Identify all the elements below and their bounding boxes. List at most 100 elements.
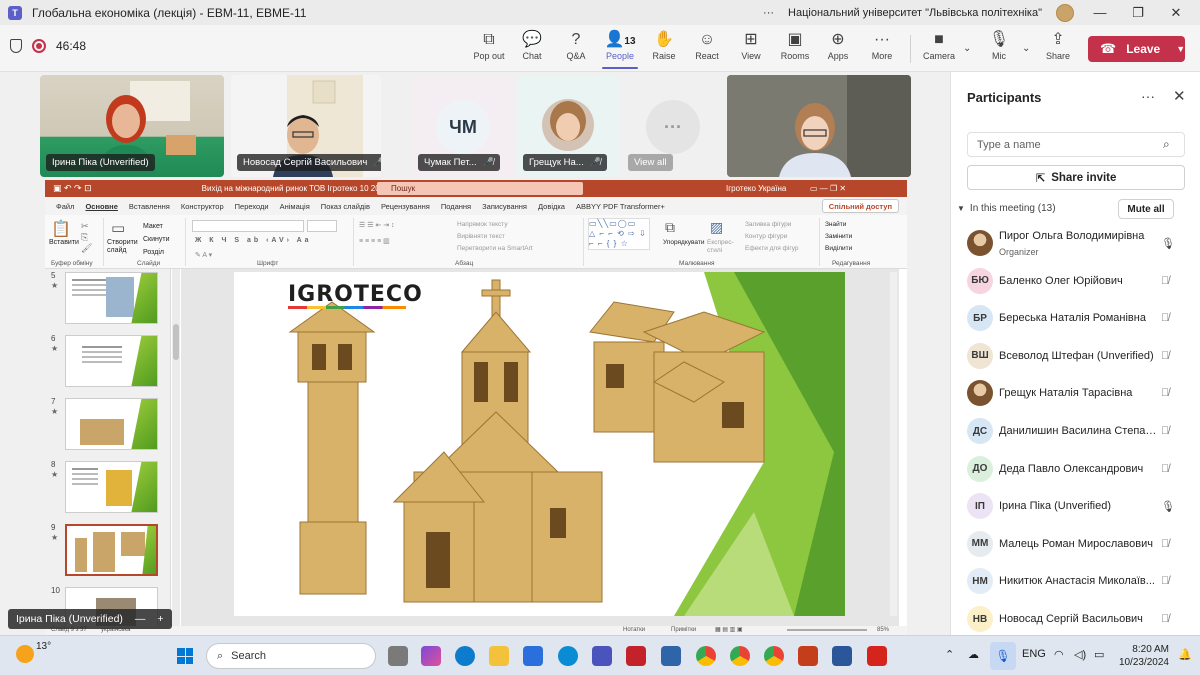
notifications-icon[interactable]: 🔔 — [1178, 648, 1192, 661]
tab-transitions[interactable]: Переходи — [235, 202, 269, 211]
panel-more-icon[interactable]: ··· — [1141, 88, 1155, 104]
start-button[interactable] — [177, 648, 193, 664]
mic-off-icon[interactable]: 🎙̸ — [1161, 613, 1169, 625]
taskbar-search[interactable]: ⌕ Search — [206, 643, 376, 669]
mute-all-button[interactable]: Mute all — [1118, 199, 1174, 219]
participant-row[interactable]: ММ Малець Роман Мирославович 🎙̸ — [951, 527, 1200, 561]
mic-off-icon[interactable]: 🎙̸ — [1161, 312, 1169, 324]
reset-button[interactable]: Скинути — [143, 233, 170, 246]
layout-button[interactable]: Макет — [143, 220, 170, 233]
participant-row[interactable]: ДО Деда Павло Олександрович 🎙̸ — [951, 452, 1200, 486]
minimize-overlay-icon[interactable]: — — [135, 613, 146, 625]
zoom-slider[interactable] — [787, 629, 867, 631]
mic-on-icon[interactable]: 🎙 — [1161, 500, 1175, 513]
battery-icon[interactable]: ▭ — [1094, 648, 1104, 661]
font-name-input[interactable] — [192, 220, 304, 232]
ppt-share-button[interactable]: Спільний доступ — [821, 199, 899, 213]
rooms-button[interactable]: ▣ Rooms — [773, 29, 817, 61]
slide-thumbnail[interactable] — [65, 461, 158, 513]
tab-file[interactable]: Файл — [56, 202, 74, 211]
replace-button[interactable]: Замінити — [825, 231, 852, 243]
participant-row[interactable]: Пирог Ольга Володимирівна Organizer 🎙 — [951, 226, 1200, 260]
save-app-icon[interactable] — [661, 646, 681, 666]
ppt-search-box[interactable]: Пошук — [377, 182, 583, 195]
text-direction-button[interactable]: Напрямок тексту — [457, 219, 533, 231]
mic-off-icon[interactable]: 🎙̸ — [1161, 275, 1169, 287]
camera-options-chevron-icon[interactable]: ⌄ — [963, 43, 971, 54]
acrobat-icon[interactable] — [867, 646, 887, 666]
tab-slideshow[interactable]: Показ слайдів — [321, 202, 370, 211]
new-slide-button[interactable]: Створити слайд — [107, 239, 143, 255]
smartart-button[interactable]: Перетворити на SmartArt — [457, 243, 533, 255]
thumbnails-scrollbar[interactable] — [172, 269, 180, 626]
in-meeting-section-toggle[interactable]: ▼ In this meeting (13) — [957, 203, 1056, 214]
popout-button[interactable]: ⧉ Pop out — [467, 29, 511, 61]
wifi-icon[interactable]: ◠ — [1054, 648, 1064, 661]
browser-icon[interactable] — [558, 646, 578, 666]
participant-row[interactable]: Грещук Наталія Тарасівна 🎙̸ — [951, 376, 1200, 410]
camera-button[interactable]: ■ Camera — [917, 29, 961, 61]
chrome-profile-icon[interactable] — [730, 646, 750, 666]
comments-button[interactable]: Примітки — [671, 627, 696, 633]
select-button[interactable]: Виділити — [825, 243, 852, 255]
presenter-name-overlay[interactable]: Ірина Піка (Unverified) — + — [8, 609, 172, 629]
restore-icon[interactable]: ❐ — [1126, 5, 1150, 21]
quick-access-icon[interactable]: ▣ ↶ ↷ ⊡ — [53, 183, 92, 194]
task-view-icon[interactable] — [388, 646, 408, 666]
slide-thumbnail[interactable] — [65, 335, 158, 387]
share-button[interactable]: ⇪ Share — [1036, 29, 1080, 61]
view-all-tile[interactable]: ··· View all — [622, 75, 724, 177]
taskbar-clock[interactable]: 8:20 AM 10/23/2024 — [1113, 643, 1169, 669]
edge-icon[interactable] — [455, 646, 475, 666]
chrome-profile-icon[interactable] — [764, 646, 784, 666]
mcafee-icon[interactable] — [626, 646, 646, 666]
onedrive-icon[interactable]: ☁ — [968, 648, 979, 661]
store-icon[interactable] — [523, 646, 543, 666]
leave-options-chevron-icon[interactable]: ▼ — [1176, 44, 1185, 54]
slide-scrollbar[interactable] — [890, 272, 897, 616]
mic-off-icon[interactable]: 🎙̸ — [1161, 387, 1169, 399]
section-button[interactable]: Розділ — [143, 246, 170, 259]
shapes-gallery[interactable]: ▭╲╲▭◯▭ △ ⌐ ⌐ ⟲ ⇨ ⇩ ⌐ ⌐ { } ☆ — [588, 218, 650, 250]
font-format-icons[interactable]: Ж К Ч S ab ‹AV› Aa — [195, 237, 312, 244]
participant-row[interactable]: НВ Новосад Сергій Васильович 🎙̸ — [951, 602, 1200, 636]
quick-styles-button[interactable]: Експрес-стилі — [707, 239, 739, 255]
participant-row[interactable]: ДС Данилишин Василина Степан... 🎙̸ — [951, 414, 1200, 448]
video-tile[interactable]: Грещук На... 🎤̸ — [517, 75, 619, 177]
arrange-button[interactable]: Упорядкувати — [663, 239, 704, 246]
tab-abbyy[interactable]: ABBYY PDF Transformer+ — [576, 202, 665, 211]
view-button[interactable]: ⊞ View — [729, 29, 773, 61]
font-size-input[interactable] — [307, 220, 337, 232]
add-icon[interactable]: + — [157, 613, 163, 625]
mic-options-chevron-icon[interactable]: ⌄ — [1022, 43, 1030, 54]
font-color-icons[interactable]: ✎ A ▾ — [195, 251, 212, 259]
react-button[interactable]: ☺ React — [685, 29, 729, 61]
share-invite-button[interactable]: ⇱ Share invite — [967, 165, 1185, 190]
account-avatar[interactable] — [1056, 3, 1074, 22]
mic-off-icon[interactable]: 🎙̸ — [1161, 425, 1169, 437]
zoom-level[interactable]: 85% — [877, 627, 889, 633]
raise-hand-button[interactable]: ✋ Raise — [642, 29, 686, 61]
shape-effects-button[interactable]: Ефекти для фігур — [745, 243, 799, 255]
leave-button[interactable]: ☎ Leave ▼ — [1088, 36, 1185, 62]
mic-on-icon[interactable]: 🎙 — [1161, 237, 1175, 250]
mic-button[interactable]: 🎙 Mic — [977, 29, 1021, 61]
clipboard-tools-icon[interactable]: ✂ ⎘ 🖌 — [81, 221, 92, 254]
ppt-window-controls-icon[interactable]: ▭ — ❐ ✕ — [810, 184, 846, 193]
tab-animations[interactable]: Анімація — [280, 202, 310, 211]
tab-insert[interactable]: Вставлення — [129, 202, 170, 211]
panel-close-icon[interactable]: ✕ — [1173, 87, 1186, 105]
teams-icon[interactable] — [592, 646, 612, 666]
tab-help[interactable]: Довідка — [538, 202, 565, 211]
video-tile[interactable] — [727, 75, 911, 177]
more-button[interactable]: ··· More — [860, 29, 904, 61]
tab-home[interactable]: Основне — [85, 202, 117, 211]
apps-button[interactable]: ⊕ Apps — [816, 29, 860, 61]
tab-review[interactable]: Рецензування — [381, 202, 430, 211]
video-tile[interactable]: Ірина Піка (Unverified) — [40, 75, 224, 177]
language-indicator[interactable]: ENG — [1022, 648, 1046, 660]
weather-widget[interactable]: 13° — [16, 641, 51, 663]
tray-mic-icon[interactable]: 🎙 — [990, 642, 1016, 670]
shape-outline-button[interactable]: Контур фігури — [745, 231, 799, 243]
participant-row[interactable]: ВШ Всеволод Штефан (Unverified) 🎙̸ — [951, 339, 1200, 373]
